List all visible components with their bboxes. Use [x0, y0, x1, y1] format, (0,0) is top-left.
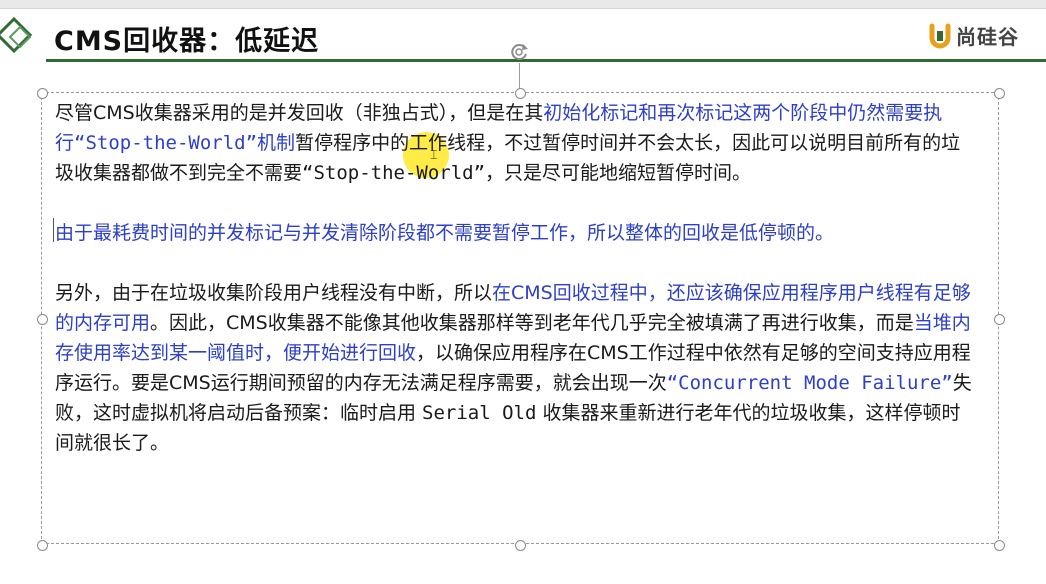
p3-serial-old-term: Serial Old [422, 402, 537, 424]
logo: 尚硅谷 [928, 21, 1019, 50]
resize-handle-middle-right[interactable] [994, 314, 1005, 325]
diamond-deco-icon [0, 16, 33, 54]
top-window-strip [0, 0, 1046, 9]
p3-cmf-term: “Concurrent Mode Failure” [666, 372, 953, 394]
text-caret [53, 218, 54, 242]
slide-body[interactable]: 尽管CMS收集器采用的是并发回收（非独占式），但是在其初始化标记和再次标记这两个… [55, 98, 975, 458]
p1-text: 尽管CMS收集器采用的是并发回收（非独占式），但是在其 [55, 102, 544, 124]
logo-text: 尚硅谷 [956, 25, 1019, 49]
p3-text-2: 。因此，CMS收集器不能像其他收集器那样等到老年代几乎完全被填满了再进行收集，而… [150, 312, 914, 334]
rotate-handle-icon[interactable] [508, 41, 530, 63]
resize-handle-bottom-left[interactable] [37, 540, 48, 551]
resize-handle-top-right[interactable] [994, 88, 1005, 99]
p1-stw-term: “Stop-the-World” [74, 132, 258, 154]
p1-stw-term-2: “Stop-the-World” [302, 162, 486, 184]
p1-mechanism: 机制 [257, 132, 296, 154]
shanggu-logo-icon [929, 23, 951, 48]
resize-handle-bottom-center[interactable] [515, 540, 526, 551]
p1-text-3: ，只是尽可能地缩短暂停时间。 [485, 162, 752, 184]
header-underline [46, 59, 1046, 62]
resize-handle-top-left[interactable] [37, 88, 48, 99]
slide-title: CMS回收器：低延迟 [54, 26, 320, 57]
resize-handle-bottom-right[interactable] [994, 540, 1005, 551]
paragraph-2: 由于最耗费时间的并发标记与并发清除阶段都不需要暂停工作，所以整体的回收是低停顿的… [55, 222, 835, 244]
paragraph-3: 另外，由于在垃圾收集阶段用户线程没有中断，所以在CMS回收过程中，还应该确保应用… [55, 278, 975, 458]
resize-handle-middle-left[interactable] [37, 314, 48, 325]
p3-text: 另外，由于在垃圾收集阶段用户线程没有中断，所以 [55, 282, 493, 304]
paragraph-1: 尽管CMS收集器采用的是并发回收（非独占式），但是在其初始化标记和再次标记这两个… [55, 98, 975, 188]
mouse-cursor-icon: ⌶ [430, 148, 438, 163]
